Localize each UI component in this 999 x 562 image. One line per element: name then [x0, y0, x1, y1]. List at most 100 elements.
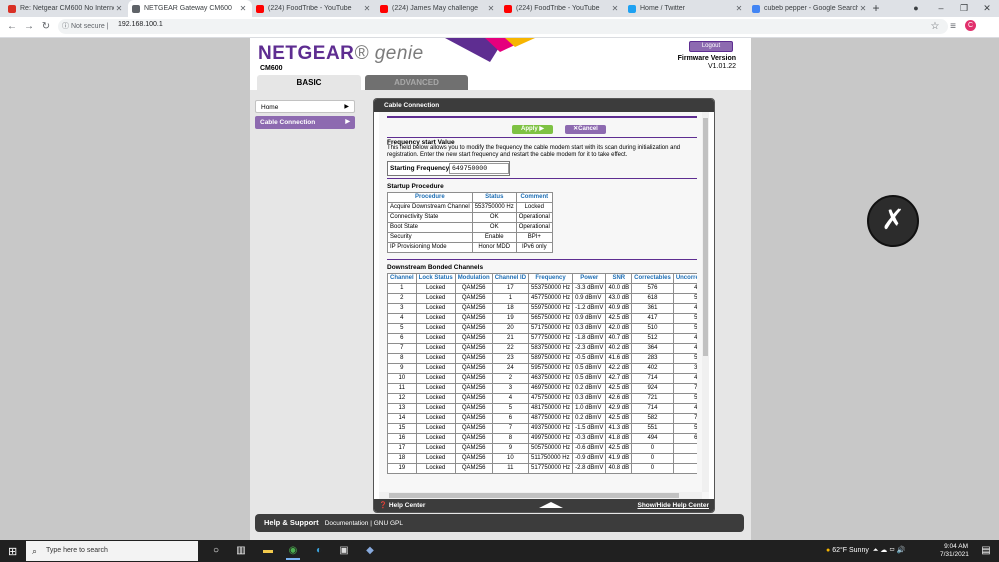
panel-content: Apply ▶ ✕Cancel Frequency start Value Th… — [387, 112, 697, 490]
sidebar-item-cable-connection[interactable]: Cable Connection ▶ — [255, 116, 355, 129]
table-cell: 555 — [672, 423, 697, 434]
browser-tab[interactable]: cubeb pepper - Google Search ✕ — [748, 0, 872, 17]
expand-arrow-icon[interactable] — [539, 502, 563, 508]
horizontal-scrollbar[interactable] — [379, 492, 702, 499]
table-cell: 459 — [672, 403, 697, 414]
table-cell: 1 — [491, 293, 530, 304]
starting-frequency-input[interactable]: 649750000 — [449, 163, 509, 174]
table-cell: Connectivity State — [387, 212, 473, 223]
close-tab-icon[interactable]: ✕ — [486, 4, 496, 13]
table-cell: Locked — [415, 443, 456, 454]
cortana-icon[interactable]: ○ — [209, 544, 223, 558]
table-cell: 589750000 Hz — [528, 353, 574, 364]
table-cell: 283 — [631, 353, 674, 364]
new-tab-button[interactable]: + — [868, 0, 884, 17]
windows-taskbar: ⊞ ⌕ Type here to search ○ ▥ ▬ ◉ ◐ ▣ ◆ ● 6… — [0, 540, 999, 562]
logout-button[interactable]: Logout — [689, 41, 733, 52]
edge-icon[interactable]: ◐ — [312, 544, 326, 558]
close-tab-icon[interactable]: ✕ — [362, 4, 372, 13]
scroll-thumb[interactable] — [389, 493, 679, 498]
table-cell: 42.0 dB — [605, 323, 633, 334]
youtube-icon — [380, 4, 388, 13]
table-cell: Locked — [415, 463, 456, 474]
sidebar-item-home[interactable]: Home ▶ — [255, 100, 355, 113]
table-cell: -0.3 dBmV — [572, 433, 607, 444]
reading-list-icon[interactable]: ≡ — [946, 20, 960, 34]
table-cell: 21 — [491, 333, 530, 344]
support-links[interactable]: Documentation | GNU GPL — [325, 520, 403, 527]
tab-basic[interactable]: BASIC — [257, 75, 361, 90]
table-cell: 15 — [387, 423, 417, 434]
notifications-icon[interactable]: ▤ — [979, 544, 993, 558]
table-cell: Locked — [415, 383, 456, 394]
table-row: 9 Locked QAM256 24 595750000 Hz 0.5 dBmV 42.2 … — [387, 363, 697, 374]
close-tab-icon[interactable]: ✕ — [238, 4, 248, 13]
store-icon[interactable]: ▣ — [337, 544, 351, 558]
tab-advanced[interactable]: ADVANCED — [365, 75, 468, 90]
apply-button[interactable]: Apply ▶ — [512, 125, 553, 134]
back-icon[interactable]: ← — [5, 20, 19, 34]
chrome-icon[interactable]: ◉ — [286, 544, 300, 560]
browser-tab[interactable]: NETGEAR Gateway CM600 ✕ — [128, 0, 252, 17]
help-center-link[interactable]: ❓ Help Center — [379, 499, 425, 512]
close-tab-icon[interactable]: ✕ — [610, 4, 620, 13]
help-support-title: Help & Support — [264, 518, 319, 527]
close-tab-icon[interactable]: ✕ — [734, 4, 744, 13]
reload-icon[interactable]: ↻ — [39, 20, 53, 34]
table-row: Connectivity State OK Operational — [387, 212, 553, 223]
table-cell: 42.5 dB — [605, 443, 633, 454]
table-row: 8 Locked QAM256 23 589750000 Hz -0.5 dBmV 41.6… — [387, 353, 697, 364]
app-icon[interactable]: ◆ — [363, 544, 377, 558]
tray-icons[interactable]: ⏶ ☁ ▭ 🔊 — [873, 547, 906, 554]
table-cell: QAM256 — [454, 423, 493, 434]
taskbar-search[interactable]: ⌕ Type here to search — [26, 541, 198, 561]
cable-connection-panel: Cable Connection Apply ▶ ✕Cancel Frequen… — [373, 98, 715, 513]
vertical-scrollbar[interactable] — [702, 112, 709, 492]
table-cell: 0 — [631, 463, 674, 474]
table-cell: 10 — [387, 373, 417, 384]
browser-tab[interactable]: Re: Netgear CM600 No Internet ✕ — [4, 0, 128, 17]
table-row: 5 Locked QAM256 20 571750000 Hz 0.3 dBmV 42.0 … — [387, 323, 697, 334]
minimize-button[interactable]: – — [930, 0, 952, 17]
table-cell: Locked — [415, 343, 456, 354]
forward-icon[interactable]: → — [22, 20, 36, 34]
table-cell: 427 — [672, 283, 697, 294]
table-cell: 6 — [387, 333, 417, 344]
browser-tab[interactable]: Home / Twitter ✕ — [624, 0, 748, 17]
table-cell: 24 — [491, 363, 530, 374]
starting-frequency-box: Starting Frequency 649750000 — [387, 161, 510, 176]
maximize-button[interactable]: ❐ — [953, 0, 975, 17]
table-row: 19 Locked QAM256 11 517750000 Hz -2.8 dBmV 40.… — [387, 463, 697, 474]
weather-icon[interactable]: ● — [826, 547, 830, 554]
cancel-button[interactable]: ✕Cancel — [565, 125, 606, 134]
table-cell: BPI+ — [515, 232, 553, 243]
table-cell: QAM256 — [454, 413, 493, 424]
file-explorer-icon[interactable]: ▬ — [261, 544, 275, 558]
not-secure-label[interactable]: ⓘ Not secure | — [62, 21, 109, 31]
task-view-icon[interactable]: ▥ — [234, 544, 248, 558]
page-margin-right — [751, 38, 999, 540]
profile-avatar[interactable]: C — [965, 20, 976, 31]
show-hide-help-link[interactable]: Show/Hide Help Center — [637, 499, 709, 512]
address-bar[interactable]: ⓘ Not secure | 192.168.100.1 — [58, 19, 948, 34]
table-cell: 417 — [631, 313, 674, 324]
bookmark-star-icon[interactable]: ☆ — [928, 20, 942, 34]
scroll-thumb[interactable] — [703, 118, 708, 356]
windows-start-icon[interactable]: ⊞ — [8, 545, 17, 558]
close-tab-icon[interactable]: ✕ — [114, 4, 124, 13]
browser-tab[interactable]: (224) FoodTribe - YouTube ✕ — [500, 0, 624, 17]
clock[interactable]: 9:04 AM 7/31/2021 — [940, 543, 969, 559]
tab-label: (224) FoodTribe - YouTube — [516, 5, 600, 12]
column-header: Uncorrect — [672, 273, 697, 284]
close-window-button[interactable]: ✕ — [976, 0, 998, 17]
weather-text[interactable]: 62°F Sunny — [832, 547, 869, 554]
table-cell: 577750000 Hz — [528, 333, 574, 344]
table-row: Boot State OK Operational — [387, 222, 553, 233]
close-tab-icon[interactable]: ✕ — [858, 4, 868, 13]
table-cell: 583750000 Hz — [528, 343, 574, 354]
browser-tab[interactable]: (224) FoodTribe - YouTube ✕ — [252, 0, 376, 17]
overlay-widget-icon[interactable]: ✗ — [867, 195, 919, 247]
profile-menu-icon[interactable]: ● — [905, 0, 927, 17]
browser-tab[interactable]: (224) James May challenge ✕ — [376, 0, 500, 17]
url-text[interactable]: 192.168.100.1 — [118, 21, 163, 28]
